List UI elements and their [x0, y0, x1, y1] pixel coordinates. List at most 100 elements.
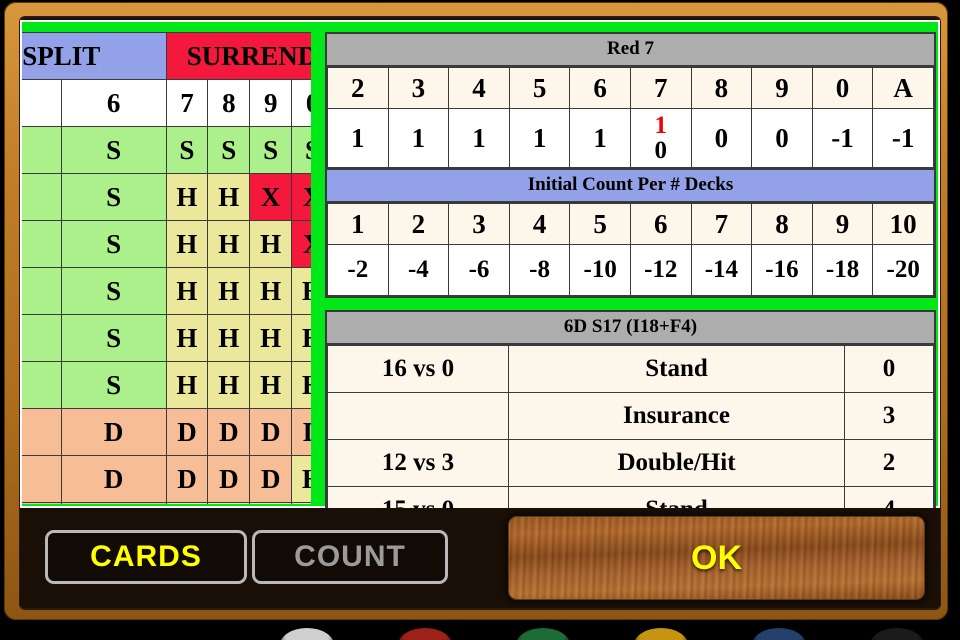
count-card-7: 7: [629, 67, 692, 109]
strategy-cell: H: [249, 314, 293, 362]
count-value-3: 1: [387, 108, 450, 168]
deviation-hand: [327, 392, 509, 440]
strategy-cell: S: [60, 220, 167, 268]
strategy-cell: H: [291, 267, 311, 315]
strategy-cell-clipped: S: [22, 361, 62, 409]
count-card-A: A: [872, 67, 934, 109]
strategy-cell: D: [249, 408, 293, 456]
strategy-cell: D: [165, 408, 209, 456]
count-system-title: Red 7: [327, 34, 934, 67]
count-value-8: 0: [690, 108, 753, 168]
strategy-cell: H: [207, 267, 251, 315]
count-card-4: 4: [448, 67, 510, 109]
strategy-cell: X: [291, 220, 311, 268]
initial-count-table: 1 2 3 4 5 6 7 8 9 10 -2 -4 -6 -8 -10 -12 -14 -16 -18 -20: [327, 203, 934, 296]
deck-initial-count-9: -18: [811, 244, 874, 296]
deviations-scroll-area[interactable]: 16 vs 0 Stand 0 Insurance 3 12 vs 3 Double/Hit…: [327, 345, 934, 508]
strategy-cell: H: [165, 361, 209, 409]
deck-header-row: 1 2 3 4 5 6 7 8 9 10: [327, 203, 934, 245]
count-value-red-seven: 1: [654, 111, 668, 139]
strategy-cell-clipped: D: [22, 502, 62, 504]
strategy-cell: H: [291, 314, 311, 362]
strategy-cell: S: [60, 173, 167, 221]
strategy-row: DDHHHHH: [22, 502, 311, 504]
deviation-row[interactable]: 15 vs 0Stand4: [327, 486, 934, 508]
strategy-cell: H: [249, 267, 293, 315]
chip-yellow[interactable]: [634, 628, 688, 640]
deck-initial-count-8: -16: [751, 244, 813, 296]
strategy-cell: H: [165, 314, 209, 362]
right-column: Red 7 234567890A 1 1 1 1 1 1 0 0 0 -1 -1 Initial C…: [325, 32, 936, 508]
strategy-cell: D: [291, 408, 311, 456]
dealer-upcard-row: 67890A: [22, 79, 311, 127]
count-card-3: 3: [387, 67, 450, 109]
strategy-cell: D: [60, 455, 167, 503]
count-value-row: 1 1 1 1 1 1 0 0 0 -1 -1: [327, 108, 934, 168]
strategy-row: SSSSSSS: [22, 126, 311, 174]
strategy-chart-viewport[interactable]: SPLITSURRENDER67890ASSSSSSSSSHHXXXSSHHHX…: [22, 32, 311, 504]
chip-black[interactable]: [870, 628, 924, 640]
ok-button[interactable]: OK: [508, 516, 925, 600]
strategy-cell: S: [60, 314, 167, 362]
chip-red[interactable]: [398, 628, 452, 640]
ok-button-label: OK: [691, 538, 742, 577]
count-card-0: 0: [811, 67, 874, 109]
surrender-header: SURRENDER: [165, 32, 311, 80]
deviation-action: Stand: [508, 345, 845, 393]
strategy-cell-clipped: D: [22, 408, 62, 456]
count-value-A: -1: [872, 108, 934, 168]
deviations-card: 6D S17 (I18+F4) 16 vs 0 Stand 0 Insurance 3 1…: [325, 310, 936, 508]
strategy-row: SSHHHHH: [22, 267, 311, 315]
basic-strategy-table[interactable]: SPLITSURRENDER67890ASSSSSSSSSHHXXXSSHHHX…: [22, 32, 311, 504]
strategy-cell: S: [60, 361, 167, 409]
strategy-chart-scroller[interactable]: SPLITSURRENDER67890ASSSSSSSSSHHXXXSSHHHX…: [22, 32, 311, 504]
deck-count-header-7: 7: [690, 203, 753, 245]
deck-initial-count-6: -12: [629, 244, 692, 296]
deviation-action: Insurance: [508, 392, 845, 440]
count-button[interactable]: COUNT: [252, 530, 448, 584]
strategy-cell-clipped: S: [22, 126, 62, 174]
strategy-cell: H: [165, 267, 209, 315]
deck-count-header-5: 5: [569, 203, 631, 245]
deck-count-header-6: 6: [629, 203, 692, 245]
deviation-row[interactable]: 16 vs 0 Stand 0: [327, 345, 934, 393]
deviation-row[interactable]: 12 vs 3 Double/Hit 2: [327, 439, 934, 487]
count-card-6: 6: [569, 67, 631, 109]
deviation-action: Stand: [508, 486, 845, 508]
count-value-9: 0: [751, 108, 813, 168]
chip-blue[interactable]: [752, 628, 806, 640]
deck-count-header-9: 9: [811, 203, 874, 245]
strategy-cell: D: [207, 455, 251, 503]
deviation-index: 4: [844, 486, 934, 508]
strategy-cell-clipped: S: [22, 314, 62, 362]
deviation-index: 2: [844, 439, 934, 487]
deviation-row[interactable]: Insurance 3: [327, 392, 934, 440]
deviation-index: 0: [844, 345, 934, 393]
deviations-table[interactable]: 16 vs 0 Stand 0 Insurance 3 12 vs 3 Double/Hit…: [327, 345, 934, 508]
strategy-cell: D: [249, 455, 293, 503]
count-system-card: Red 7 234567890A 1 1 1 1 1 1 0 0 0 -1 -1 Initial C…: [325, 32, 936, 298]
count-card-header-row: 234567890A: [327, 67, 934, 109]
count-value-black-seven: 0: [654, 137, 668, 164]
dealer-upcard-6: 6: [60, 79, 167, 127]
strategy-cell-clipped: S: [22, 267, 62, 315]
strategy-cell: H: [291, 502, 311, 504]
strategy-cell: H: [165, 502, 209, 504]
strategy-cell: H: [207, 220, 251, 268]
deck-initial-count-7: -14: [690, 244, 753, 296]
app-root: SPLITSURRENDER67890ASSSSSSSSSHHXXXSSHHHX…: [0, 0, 960, 640]
deviations-title: 6D S17 (I18+F4): [327, 312, 934, 345]
count-system-table: 234567890A 1 1 1 1 1 1 0 0 0 -1 -1: [327, 67, 934, 168]
content-screen: SPLITSURRENDER67890ASSSSSSSSSHHXXXSSHHHX…: [20, 20, 940, 508]
chip-white[interactable]: [280, 628, 334, 640]
count-card-5: 5: [508, 67, 571, 109]
dealer-upcard-7: 7: [165, 79, 209, 127]
chip-green[interactable]: [516, 628, 570, 640]
cards-button[interactable]: CARDS: [45, 530, 247, 584]
strategy-cell: S: [291, 126, 311, 174]
strategy-header-banner-row: SPLITSURRENDER: [22, 32, 311, 80]
deviation-action: Double/Hit: [508, 439, 845, 487]
strategy-row: SSHHHHH: [22, 314, 311, 362]
strategy-cell-clipped: S: [22, 220, 62, 268]
strategy-cell: H: [249, 502, 293, 504]
